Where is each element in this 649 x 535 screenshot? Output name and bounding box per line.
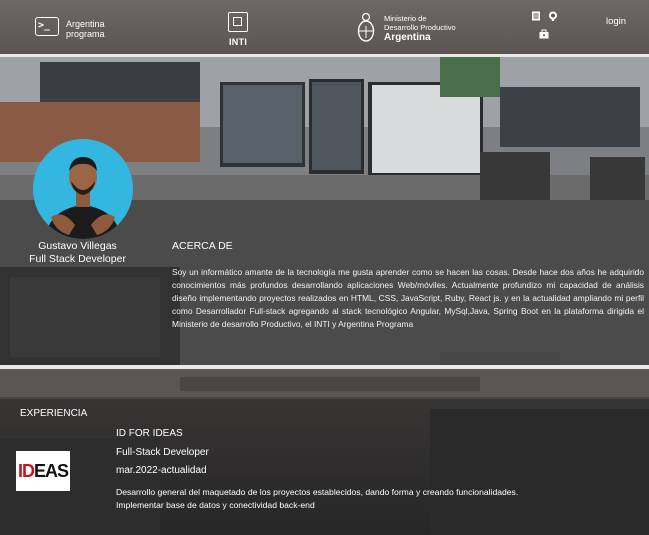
job-period: mar.2022-actualidad	[116, 465, 207, 476]
experience-overlay	[0, 399, 649, 535]
argentina-programa-logo[interactable]: Argentina programa	[66, 19, 105, 39]
top-navbar: >_ Argentina programa INTI Ministerio de…	[0, 0, 649, 57]
brand-line-2: programa	[66, 29, 105, 39]
company-logo-text-b: EAS	[33, 461, 69, 481]
terminal-logo-icon[interactable]: >_	[35, 17, 59, 36]
profile-photo	[33, 139, 133, 239]
ministry-line-3: Argentina	[384, 32, 431, 43]
company-logo: IDEAS	[16, 451, 70, 491]
document-icon[interactable]	[531, 11, 541, 21]
about-title: ACERCA DE	[172, 240, 233, 252]
profile-role: Full Stack Developer	[29, 253, 126, 265]
about-text: Soy un informático amante de la tecnolog…	[172, 267, 644, 329]
login-link[interactable]: login	[606, 16, 626, 27]
job-description-line-2: Implementar base de datos y conectividad…	[116, 499, 315, 510]
company-name: ID FOR IDEAS	[116, 428, 183, 439]
argentina-shield-icon	[357, 12, 375, 42]
company-logo-text-a: ID	[17, 461, 35, 481]
job-description: Desarrollo general del maquetado de los …	[116, 486, 616, 511]
job-position: Full-Stack Developer	[116, 447, 209, 458]
experience-title: EXPERIENCIA	[20, 408, 88, 419]
banner-section: Gustavo Villegas Full Stack Developer AC…	[0, 57, 649, 370]
avatar	[33, 139, 133, 239]
ministry-line-2: Desarrollo Productivo	[384, 22, 456, 32]
job-description-line-1: Desarrollo general del maquetado de los …	[116, 487, 519, 497]
profile-name: Gustavo Villegas	[38, 240, 117, 252]
experience-section: EXPERIENCIA IDEAS ID FOR IDEAS Full-Stac…	[0, 369, 649, 535]
inti-label: INTI	[229, 37, 248, 47]
github-icon[interactable]	[548, 11, 558, 21]
inti-logo-icon[interactable]	[228, 12, 248, 32]
brand-line-1: Argentina	[66, 19, 105, 29]
ministry-logo[interactable]: Ministerio de Desarrollo Productivo Arge…	[384, 14, 456, 44]
briefcase-icon[interactable]	[539, 29, 549, 39]
